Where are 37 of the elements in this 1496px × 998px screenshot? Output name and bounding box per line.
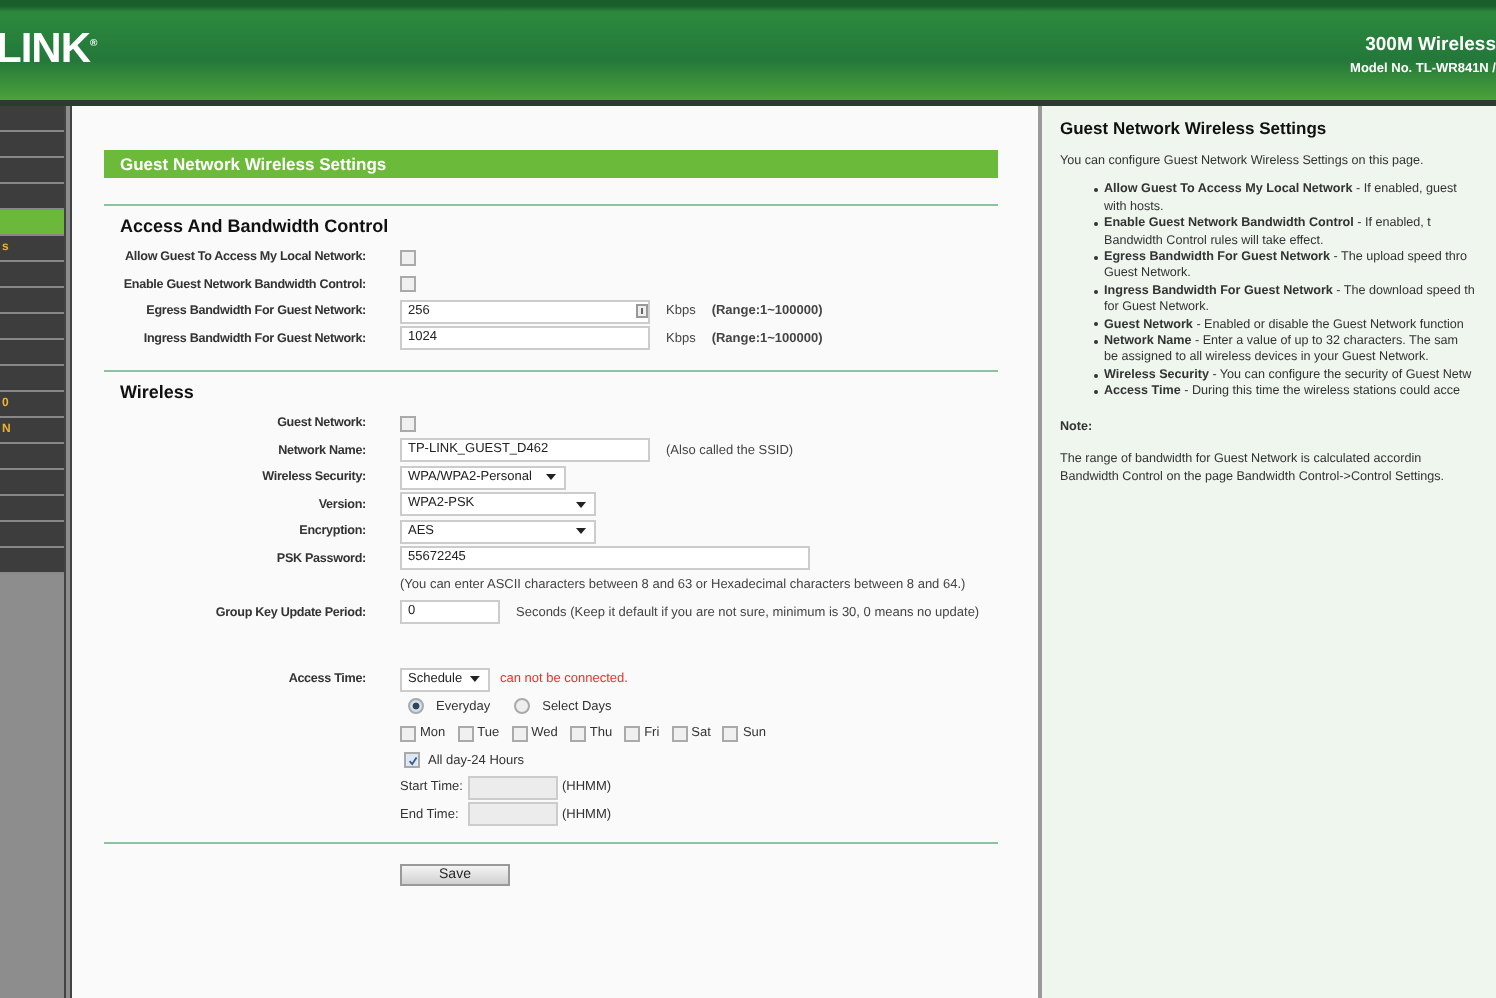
checkbox[interactable] [671,725,688,742]
sidebar-item[interactable] [0,522,64,548]
sidebar-item[interactable] [0,262,64,288]
checkbox[interactable] [569,725,586,742]
sidebar-item[interactable] [0,340,64,366]
checkbox[interactable] [457,725,474,742]
sidebar-item[interactable] [0,132,64,158]
checkbox[interactable] [400,276,416,293]
sidebar-item[interactable] [0,444,64,470]
sidebar-item[interactable] [0,366,64,392]
checkbox[interactable] [404,752,420,769]
checkbox[interactable] [722,725,739,742]
sidebar-item[interactable] [0,288,64,314]
section-heading: Wireless [118,382,196,402]
caret-icon [576,528,586,535]
checkbox[interactable] [400,725,416,742]
radio-button[interactable] [408,698,424,715]
section-heading: Access And Bandwidth Control [118,216,391,236]
help-title: Guest Network Wireless Settings [1060,118,1329,138]
sidebar-item[interactable] [0,470,64,496]
sidebar-item[interactable] [0,314,64,340]
caret-icon [546,474,556,481]
sidebar-item[interactable] [0,184,64,210]
checkbox[interactable] [400,249,416,266]
caret-icon [576,501,586,508]
sidebar-item[interactable] [0,158,64,184]
sidebar-item[interactable] [0,496,64,522]
product-title: 300M Wireless [1365,33,1496,55]
checkbox[interactable] [511,725,528,742]
sidebar-item[interactable] [0,548,64,574]
checkbox[interactable] [400,415,416,432]
sidebar-item[interactable] [0,106,64,132]
radio-button[interactable] [514,698,531,715]
checkbox[interactable] [624,725,641,742]
spinner-icon[interactable] [636,304,648,319]
section-title: Guest Network Wireless Settings [104,150,998,178]
caret-icon [470,676,480,683]
